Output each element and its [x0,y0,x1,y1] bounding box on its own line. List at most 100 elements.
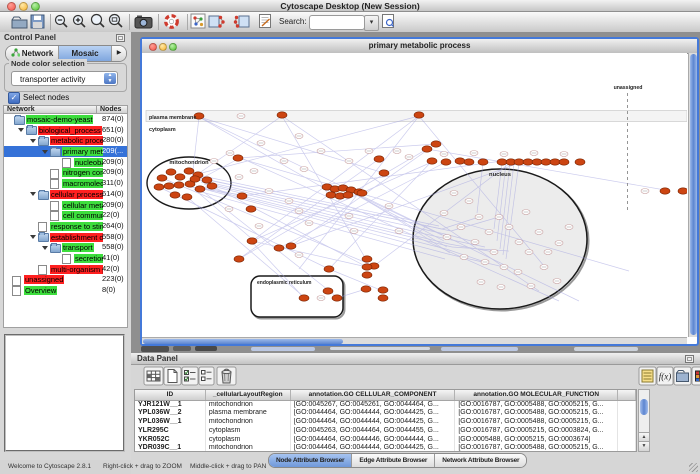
network-canvas-svg[interactable]: plasma membranecytoplasmmitochondrionnuc… [142,53,687,337]
table-row[interactable]: YKR052Ccytoplasm[GO:0044464, GO:0044446,… [135,436,636,445]
network-vertical-scrollbar[interactable] [688,53,697,337]
float-panel-icon[interactable] [116,34,125,42]
tree-row-count: 264(0) [102,221,124,232]
layout-1-icon[interactable] [209,16,225,28]
snapshot-icon[interactable] [135,16,152,29]
table-row[interactable]: YLR295Ccytoplasm[GO:0045263, GO:0044464,… [135,427,636,436]
new-attribute-icon[interactable] [164,367,181,385]
table-column-header[interactable]: ID [135,390,206,400]
save-session-icon[interactable] [31,15,44,28]
tree-row[interactable]: Overview8(0) [4,285,127,296]
annotation-icon[interactable] [260,15,271,28]
main-toolbar: Search: ▾ [0,12,700,33]
scrollbar-thumb[interactable] [640,399,648,415]
help-icon[interactable] [166,16,178,28]
expand-arrow-icon[interactable] [30,139,36,143]
tree-row-count: 209(0) [102,167,124,178]
search-text-input[interactable] [312,16,352,28]
table-cell: cytoplasm [206,436,291,445]
network-overview-icon[interactable] [191,14,205,28]
application-window: Cytoscape Desktop (New Session) [0,0,700,474]
tree-row-count: 8(0) [102,285,115,296]
import-attributes-icon[interactable] [674,367,691,385]
table-row[interactable]: YDR039C__1mitochondrion[GO:0044464, GO:0… [135,444,636,452]
graph-orange-nodes[interactable] [154,112,687,301]
float-data-panel-icon[interactable] [685,355,694,363]
tree-row[interactable]: establishment of lo558(0) [4,232,127,243]
tree-row[interactable]: cell communicati22(0) [4,210,127,221]
search-dropdown-arrow-icon[interactable]: ▾ [364,15,379,31]
table-column-header[interactable]: annotation.GO CELLULAR_COMPONENT [291,390,456,400]
tree-row[interactable]: cellular metaboli209(0) [4,200,127,211]
tree-row[interactable]: response to stimul264(0) [4,221,127,232]
network-tree[interactable]: mosaic-demo-yeast874(0)biological_proces… [3,114,128,328]
heatmap-icon[interactable] [692,367,700,385]
layout-2-icon[interactable] [234,16,249,28]
tree-row[interactable]: mosaic-demo-yeast874(0) [4,114,127,125]
network-horizontal-scrollbar[interactable] [142,337,687,344]
column-network[interactable]: Network [4,106,97,113]
network-canvas[interactable]: plasma membranecytoplasmmitochondrionnuc… [142,53,687,337]
tree-row[interactable]: macromolecule311(0) [4,178,127,189]
zoom-fit-icon[interactable] [92,15,105,28]
expand-arrow-icon[interactable] [18,128,24,132]
dropdown-stepper-icon[interactable]: ▲▼ [104,73,116,84]
table-column-header[interactable]: _cellularLayoutRegion [206,390,291,400]
table-scrollbar[interactable]: ▲ ▼ [638,389,650,452]
expand-arrow-icon[interactable] [42,246,48,250]
tree-row[interactable]: cellular process614(0) [4,189,127,200]
tree-row[interactable]: multi-organism pro42(0) [4,264,127,275]
tab-node-attribute-browser[interactable]: Node Attribute Browser [269,454,352,467]
node-color-dropdown[interactable]: transporter activity ▲▼ [11,71,118,86]
network-view-window[interactable]: primary metabolic process plasma membran… [140,37,699,346]
unselect-attributes-icon[interactable] [199,367,214,385]
zoom-out-icon[interactable] [56,16,68,28]
expand-arrow-icon[interactable] [42,150,48,154]
tree-row[interactable]: primary metabolic209(... [4,146,127,157]
expand-arrow-icon[interactable] [30,192,36,196]
tab-network-attribute-browser[interactable]: Network Attribute Browser [435,454,526,467]
table-row[interactable]: YJR121W__1mitochondrion[GO:0045267, GO:0… [135,401,636,410]
zoom-selected-icon[interactable] [110,15,123,28]
delete-attribute-icon[interactable] [217,367,236,385]
tab-mosaic-label: Mosaic [71,49,98,58]
tree-row[interactable]: nucleobase-conta209(0) [4,157,127,168]
table-column-header[interactable] [618,390,636,400]
search-input[interactable]: ▾ [309,15,365,30]
tree-row-label: mosaic-demo-yeast [26,115,93,124]
tree-row[interactable]: biological_process651(0) [4,125,127,136]
data-panel-header[interactable]: Data Panel [131,353,700,365]
window-titlebar[interactable]: Cytoscape Desktop (New Session) [0,0,700,12]
attribute-select-icon[interactable] [144,367,163,385]
select-nodes-checkbox[interactable]: ✓ [8,92,20,104]
status-zoom-hint: Right-click + drag to ZOOM [103,463,182,470]
table-column-header[interactable]: annotation.GO MOLECULAR_FUNCTION [455,390,618,400]
birds-eye-view[interactable] [4,334,125,452]
table-cell: [GO:0045263, GO:0044464, GO:0044455, G..… [291,427,456,436]
network-window-titlebar[interactable]: primary metabolic process [142,39,697,54]
scroll-down-icon[interactable]: ▼ [639,441,649,451]
table-cell: mitochondrion [206,401,291,410]
attribute-matrix-icon[interactable] [639,367,656,385]
tab-edge-attribute-browser[interactable]: Edge Attribute Browser [352,454,435,467]
tree-row[interactable]: unassigned223(0) [4,274,127,285]
attribute-table-header: ID_cellularLayoutRegionannotation.GO CEL… [135,390,636,401]
attribute-table[interactable]: ID_cellularLayoutRegionannotation.GO CEL… [134,389,637,452]
open-session-icon[interactable] [12,17,27,28]
select-attributes-icon[interactable] [182,367,198,385]
table-row[interactable]: YPL036W__1mitochondrion[GO:0044464, GO:0… [135,418,636,427]
tree-row[interactable]: secretion41(0) [4,253,127,264]
expand-arrow-icon[interactable] [30,235,36,239]
tree-row[interactable]: transport558(0) [4,242,127,253]
tree-row-count: 41(0) [102,253,120,264]
column-nodes[interactable]: Nodes [97,106,127,113]
toolbar-separator [187,14,188,30]
table-row[interactable]: YPL036W__2plasma membrane[GO:0044464, GO… [135,409,636,418]
select-nodes-label: Select nodes [23,93,69,102]
tab-overflow-arrow-icon[interactable]: ▶ [112,46,126,61]
advanced-search-icon[interactable] [383,15,394,28]
tree-row[interactable]: metabolic process280(0) [4,135,127,146]
tree-row[interactable]: nitrogen compou209(0) [4,167,127,178]
function-builder-icon[interactable]: f(x) [657,367,673,385]
zoom-in-icon[interactable] [74,16,86,28]
